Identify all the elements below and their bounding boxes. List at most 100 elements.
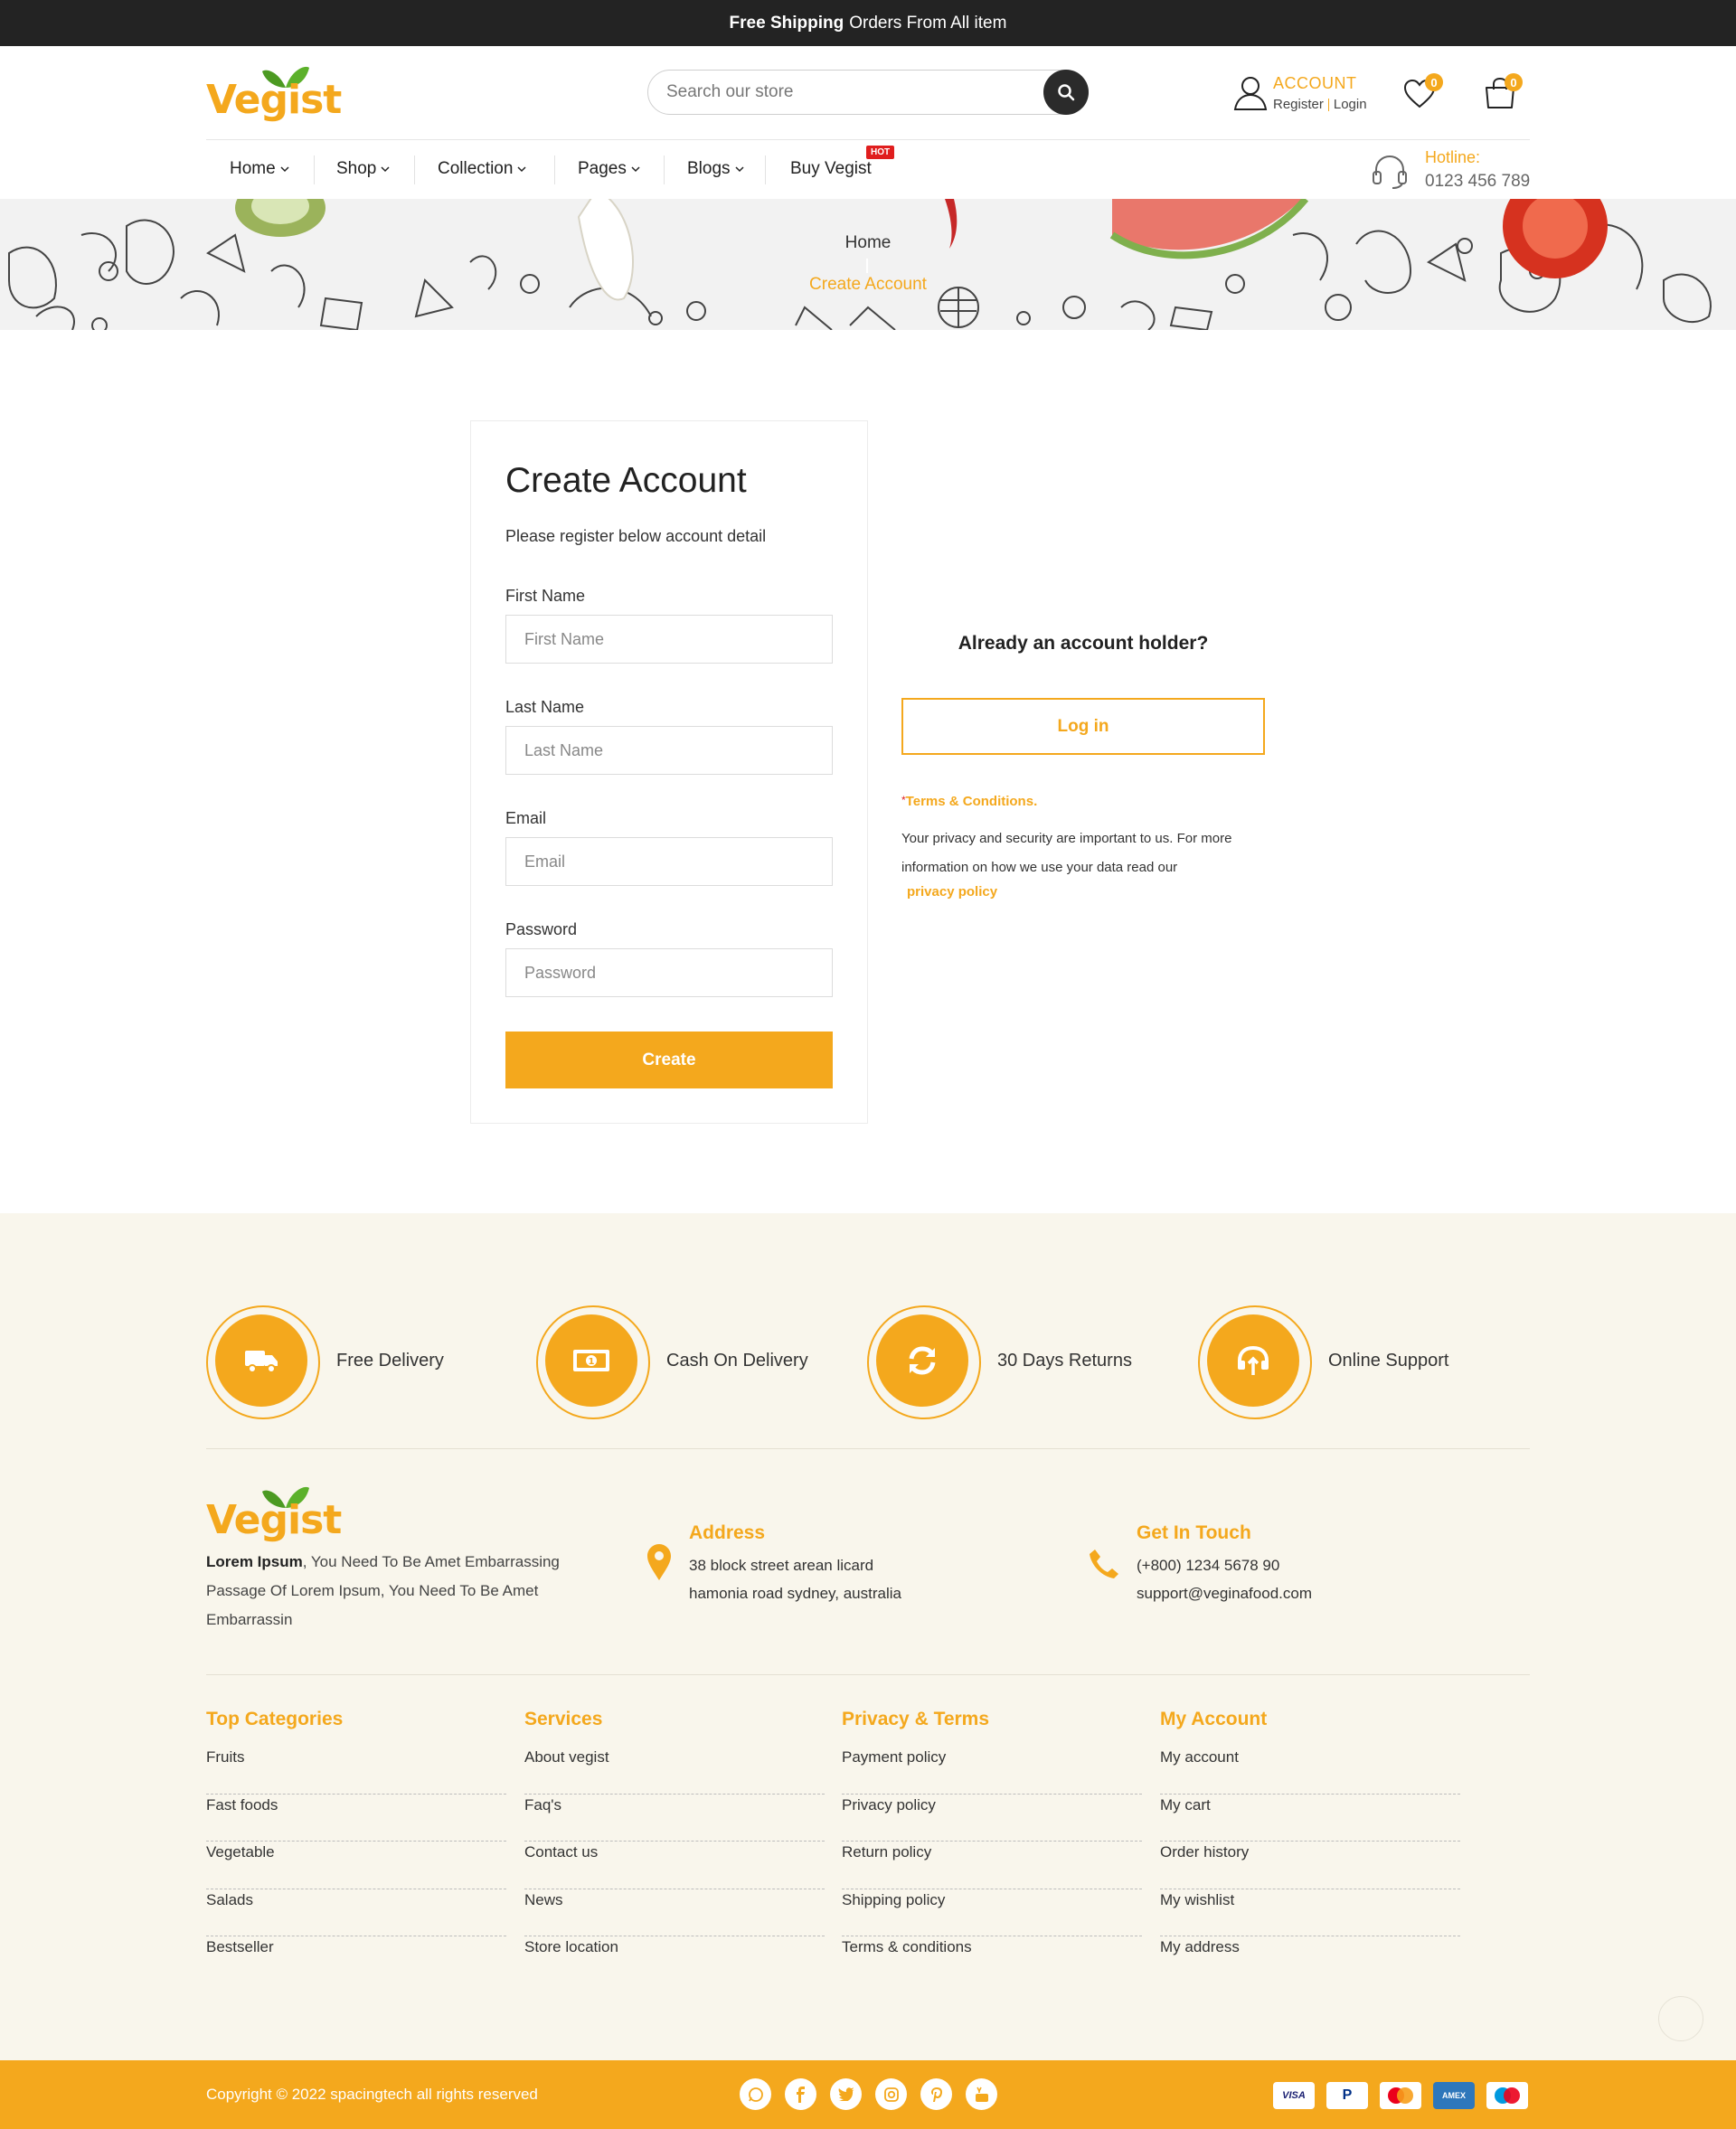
announcement-bold: Free Shipping xyxy=(729,13,844,33)
nav-blogs[interactable]: Blogs xyxy=(687,159,744,179)
email-input[interactable] xyxy=(506,838,832,885)
visa-card-icon: VISA xyxy=(1273,2082,1315,2109)
nav-label: Buy Vegist xyxy=(790,159,872,178)
footer-link[interactable]: Return policy xyxy=(842,1842,1142,1889)
pinterest-icon[interactable] xyxy=(920,2078,952,2110)
footer-link[interactable]: Order history xyxy=(1160,1842,1460,1889)
footer-link[interactable]: Contact us xyxy=(524,1842,825,1889)
footer-link[interactable]: About vegist xyxy=(524,1747,825,1795)
terms-title: Terms & Conditions. xyxy=(905,794,1038,809)
nav-pages[interactable]: Pages xyxy=(578,159,640,179)
breadcrumb-home[interactable]: Home xyxy=(0,233,1736,253)
about-bold: Lorem Ipsum xyxy=(206,1553,303,1570)
footer-link[interactable]: My wishlist xyxy=(1160,1889,1460,1936)
headset-icon xyxy=(1373,155,1407,189)
create-button[interactable]: Create xyxy=(505,1032,833,1088)
nav-home[interactable]: Home xyxy=(230,159,289,179)
footer-column-services: Services About vegist Faq's Contact us N… xyxy=(524,1709,825,1984)
footer-link[interactable]: Faq's xyxy=(524,1795,825,1842)
instagram-icon[interactable] xyxy=(875,2078,907,2110)
announcement-text: Orders From All item xyxy=(849,13,1007,33)
user-icon xyxy=(1233,77,1268,110)
search-input[interactable] xyxy=(666,71,1028,114)
footer-about: Lorem Ipsum, You Need To Be Amet Embarra… xyxy=(206,1548,595,1634)
login-link[interactable]: Login xyxy=(1334,97,1367,112)
main-nav: Home Shop Collection Pages Blogs Buy Veg… xyxy=(206,141,1530,199)
address-line-2: hamonia road sydney, australia xyxy=(689,1585,901,1602)
first-name-input[interactable] xyxy=(506,616,832,663)
footer-link[interactable]: My address xyxy=(1160,1936,1460,1984)
first-name-label: First Name xyxy=(505,587,586,605)
search-button[interactable] xyxy=(1043,70,1089,115)
breadcrumb-divider xyxy=(866,259,868,273)
payment-methods: VISA P AMEX xyxy=(1273,2082,1528,2109)
chevron-down-icon xyxy=(280,165,289,172)
search-icon xyxy=(1058,84,1075,101)
nav-buy-vegist[interactable]: Buy Vegist xyxy=(790,159,872,179)
social-links xyxy=(740,2078,997,2110)
column-title: Top Categories xyxy=(206,1709,344,1729)
footer-link[interactable]: Fast foods xyxy=(206,1795,506,1842)
feature-icon-disc: 1 xyxy=(545,1314,637,1407)
footer-divider xyxy=(206,1448,1530,1449)
nav-divider xyxy=(765,155,766,184)
footer-link[interactable]: Fruits xyxy=(206,1747,506,1795)
nav-collection[interactable]: Collection xyxy=(438,159,526,179)
last-name-input[interactable] xyxy=(506,727,832,774)
footer-link[interactable]: Salads xyxy=(206,1889,506,1936)
nav-label: Home xyxy=(230,159,276,178)
copyright-text: Copyright © 2022 spacingtech all rights … xyxy=(206,2086,538,2103)
maestro-card-icon xyxy=(1486,2082,1528,2109)
scroll-to-top-button[interactable] xyxy=(1658,1996,1703,2041)
footer-link[interactable]: My account xyxy=(1160,1747,1460,1795)
feature-icon-disc xyxy=(1207,1314,1299,1407)
contact-email[interactable]: support@veginafood.com xyxy=(1137,1585,1312,1603)
create-account-form: Create Account Please register below acc… xyxy=(470,420,868,1124)
site-logo[interactable]: Vegist xyxy=(206,62,342,126)
twitter-icon[interactable] xyxy=(830,2078,862,2110)
youtube-icon[interactable] xyxy=(966,2078,997,2110)
password-field xyxy=(505,948,833,997)
logo-text: Vegist xyxy=(206,1497,342,1543)
paypal-card-icon: P xyxy=(1326,2082,1368,2109)
nav-shop[interactable]: Shop xyxy=(336,159,390,179)
email-label: Email xyxy=(505,809,547,827)
contact-title: Get In Touch xyxy=(1137,1522,1251,1543)
address-line-1: 38 block street arean licard xyxy=(689,1557,874,1574)
footer-link[interactable]: Store location xyxy=(524,1936,825,1984)
privacy-policy-link[interactable]: privacy policy xyxy=(907,884,997,900)
nav-divider xyxy=(414,155,415,184)
amex-card-icon: AMEX xyxy=(1433,2082,1475,2109)
column-title: My Account xyxy=(1160,1709,1268,1729)
wishlist-button[interactable]: 0 xyxy=(1403,73,1448,115)
divider xyxy=(1327,99,1329,112)
footer-logo[interactable]: Vegist xyxy=(206,1483,342,1546)
facebook-icon[interactable] xyxy=(785,2078,816,2110)
footer-link[interactable]: Bestseller xyxy=(206,1936,506,1984)
footer-link[interactable]: Payment policy xyxy=(842,1747,1142,1795)
footer-link[interactable]: News xyxy=(524,1889,825,1936)
footer-link[interactable]: Shipping policy xyxy=(842,1889,1142,1936)
account-holder-text: Already an account holder? xyxy=(958,633,1209,654)
first-name-field xyxy=(505,615,833,664)
cart-button[interactable]: 0 xyxy=(1483,73,1528,115)
hotline-label: Hotline: xyxy=(1425,148,1481,166)
footer-link[interactable]: Vegetable xyxy=(206,1842,506,1889)
whatsapp-icon[interactable] xyxy=(740,2078,771,2110)
footer-link[interactable]: Terms & conditions xyxy=(842,1936,1142,1984)
cash-icon: 1 xyxy=(573,1350,609,1371)
terms-text: Your privacy and security are important … xyxy=(901,831,1232,875)
hotline-number[interactable]: 0123 456 789 xyxy=(1425,172,1530,192)
account-menu[interactable]: ACCOUNT Register Login xyxy=(1233,71,1387,117)
footer-link[interactable]: My cart xyxy=(1160,1795,1460,1842)
footer-column-my-account: My Account My account My cart Order hist… xyxy=(1160,1709,1460,1984)
nav-label: Shop xyxy=(336,159,377,178)
login-button[interactable]: Log in xyxy=(901,698,1265,755)
column-title: Privacy & Terms xyxy=(842,1709,990,1729)
footer-link[interactable]: Privacy policy xyxy=(842,1795,1142,1842)
page-title: Create Account xyxy=(505,461,747,500)
password-input[interactable] xyxy=(506,949,832,996)
register-link[interactable]: Register xyxy=(1273,97,1324,112)
feature-icon-disc xyxy=(876,1314,968,1407)
contact-phone[interactable]: (+800) 1234 5678 90 xyxy=(1137,1557,1279,1575)
